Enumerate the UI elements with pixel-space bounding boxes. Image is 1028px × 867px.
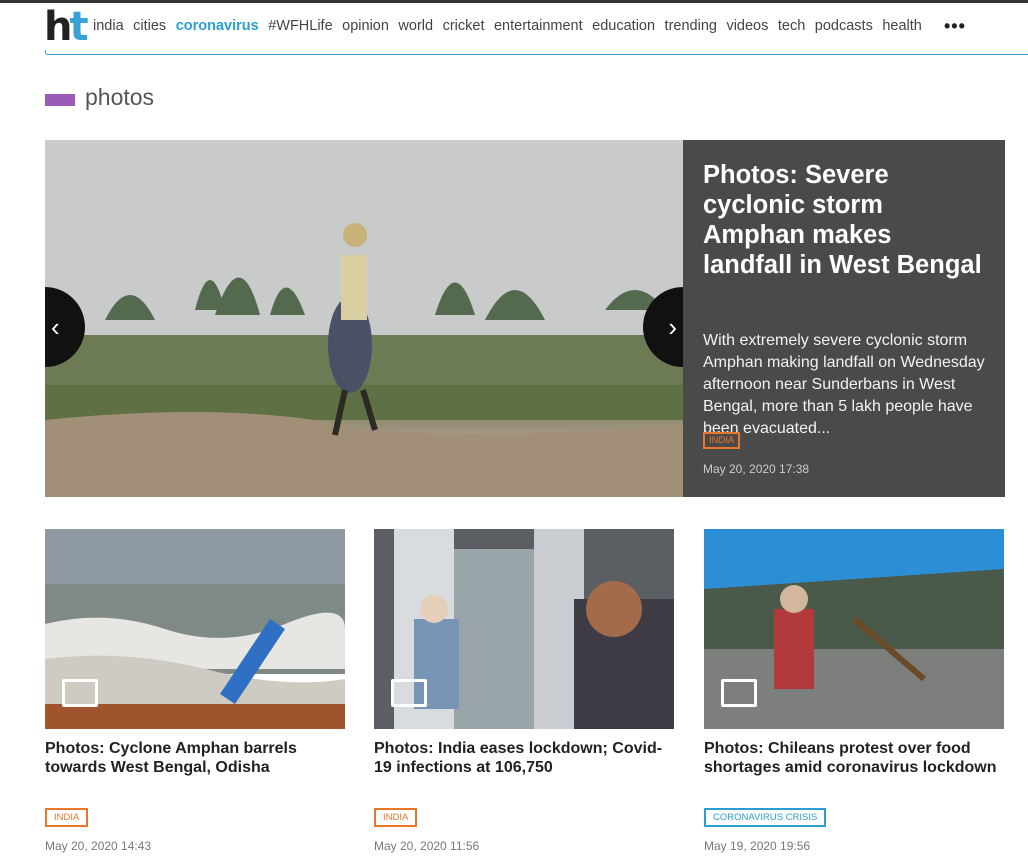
- nav-item-podcasts[interactable]: podcasts: [815, 18, 873, 34]
- hero-carousel: ‹ › Photos: Severe cyclonic storm Amphan…: [45, 140, 1005, 497]
- card-headline[interactable]: Photos: Cyclone Amphan barrels towards W…: [45, 739, 345, 777]
- hero-image-scene: [45, 140, 683, 497]
- nav-item-coronavirus[interactable]: coronavirus: [176, 18, 259, 34]
- nav-item-opinion[interactable]: opinion: [342, 18, 389, 34]
- hero-caption-panel: Photos: Severe cyclonic storm Amphan mak…: [683, 140, 1005, 497]
- hero-headline[interactable]: Photos: Severe cyclonic storm Amphan mak…: [703, 160, 983, 280]
- nav-item-health[interactable]: health: [882, 18, 922, 34]
- ht-logo[interactable]: ht: [44, 7, 89, 47]
- nav-item-videos[interactable]: videos: [726, 18, 768, 34]
- photo-gallery-icon: [391, 679, 427, 707]
- card-timestamp: May 20, 2020 14:43: [45, 839, 152, 853]
- card-thumbnail[interactable]: [374, 529, 674, 729]
- card-timestamp: May 19, 2020 19:56: [704, 839, 811, 853]
- top-navigation-bar: ht india cities coronavirus #WFHLife opi…: [0, 0, 1028, 50]
- section-title: photos: [85, 84, 155, 110]
- header-divider: [45, 50, 1028, 55]
- card-category-tag[interactable]: INDIA: [45, 808, 89, 827]
- hero-category-tag[interactable]: INDIA: [703, 432, 741, 449]
- card-thumbnail[interactable]: [704, 529, 1004, 729]
- photo-gallery-icon: [62, 679, 98, 707]
- nav-item-tech[interactable]: tech: [778, 18, 805, 34]
- section-color-marker: [45, 94, 75, 106]
- hero-timestamp: May 20, 2020 17:38: [703, 462, 810, 476]
- photo-card-2[interactable]: Photos: India eases lockdown; Covid-19 i…: [374, 529, 674, 853]
- nav-item-world[interactable]: world: [398, 18, 433, 34]
- nav-item-trending[interactable]: trending: [665, 18, 717, 34]
- card-thumbnail[interactable]: [45, 529, 345, 729]
- logo-letter-h: h: [44, 4, 73, 50]
- card-headline[interactable]: Photos: India eases lockdown; Covid-19 i…: [374, 739, 674, 777]
- card-category-tag[interactable]: CORONAVIRUS CRISIS: [704, 808, 827, 827]
- photo-gallery-icon: [721, 679, 757, 707]
- photo-card-1[interactable]: Photos: Cyclone Amphan barrels towards W…: [45, 529, 345, 853]
- nav-item-cities[interactable]: cities: [133, 18, 166, 34]
- nav-item-entertainment[interactable]: entertainment: [494, 18, 583, 34]
- logo-letter-t: t: [69, 4, 88, 50]
- card-category-tag[interactable]: INDIA: [374, 808, 418, 827]
- photo-card-3[interactable]: Photos: Chileans protest over food short…: [704, 529, 1004, 853]
- nav-item-wfhlife[interactable]: #WFHLife: [268, 18, 332, 34]
- hero-image[interactable]: ‹ ›: [45, 140, 683, 497]
- more-menu-icon[interactable]: •••: [944, 16, 966, 37]
- nav-item-cricket[interactable]: cricket: [443, 18, 485, 34]
- nav-item-india[interactable]: india: [93, 18, 124, 34]
- card-timestamp: May 20, 2020 11:56: [374, 839, 480, 853]
- hero-summary: With extremely severe cyclonic storm Amp…: [703, 332, 985, 437]
- main-nav: india cities coronavirus #WFHLife opinio…: [93, 18, 931, 34]
- card-headline[interactable]: Photos: Chileans protest over food short…: [704, 739, 1004, 777]
- nav-item-education[interactable]: education: [592, 18, 655, 34]
